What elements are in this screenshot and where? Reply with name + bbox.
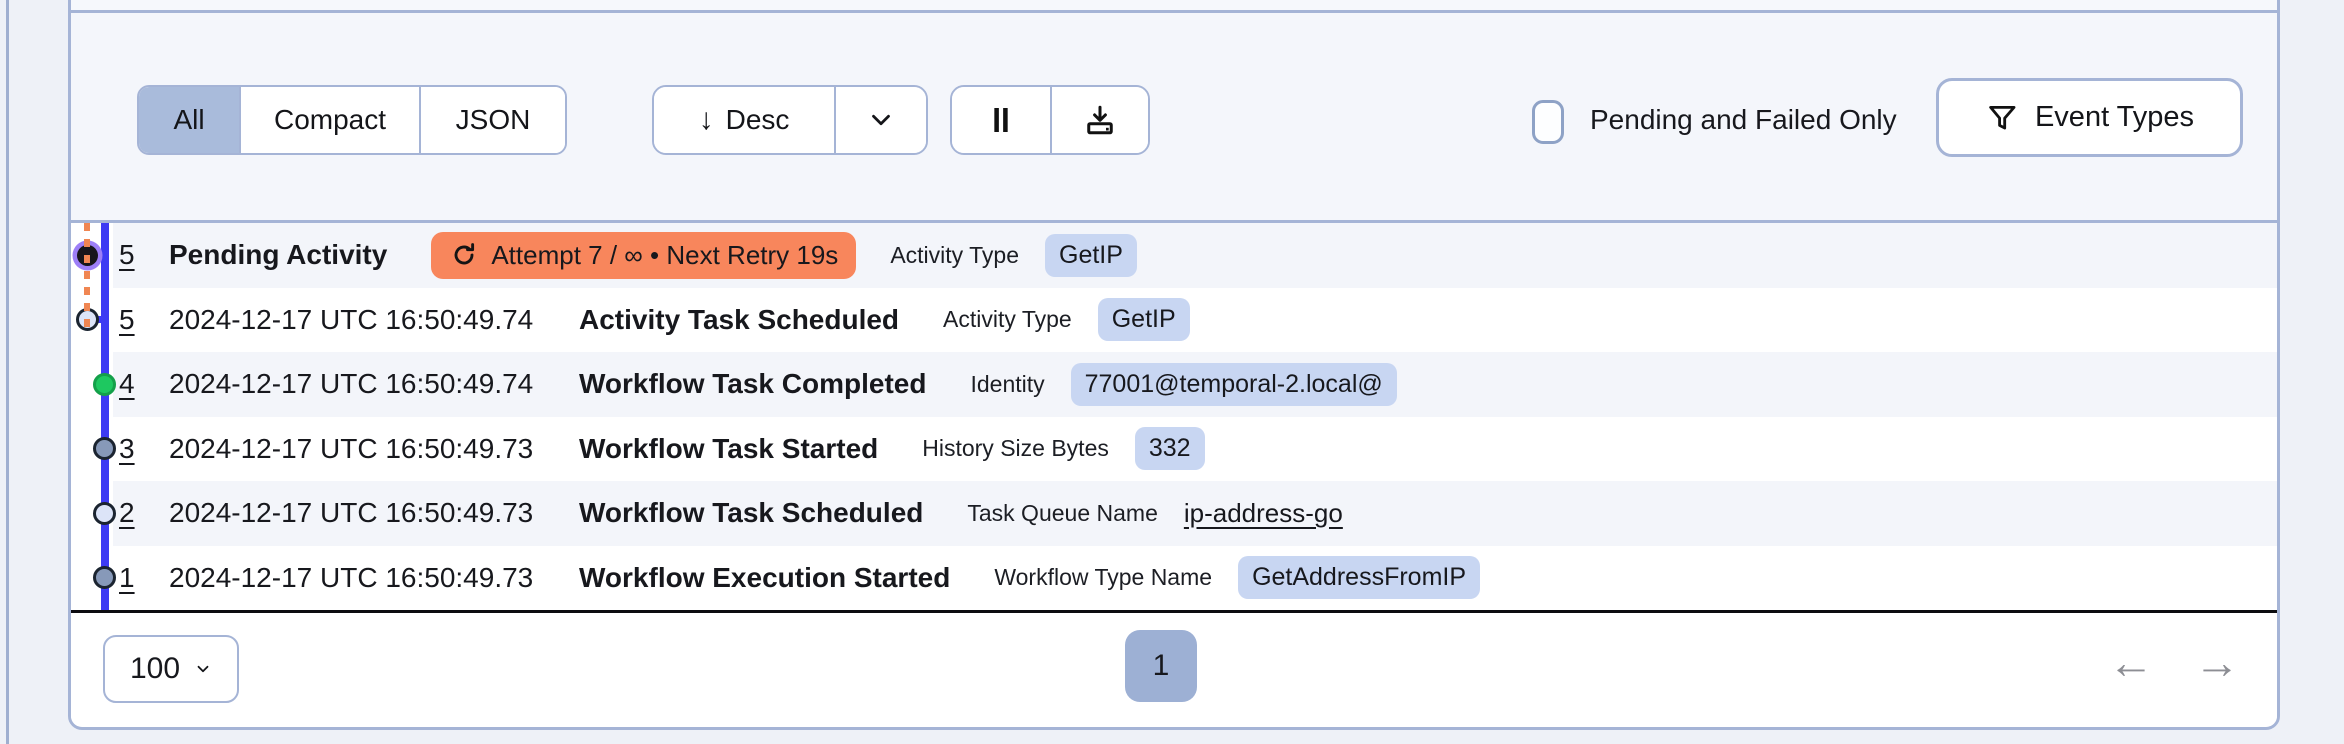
- attribute-value: GetAddressFromIP: [1238, 556, 1481, 600]
- timeline-line: [101, 223, 109, 610]
- retry-badge: Attempt 7 / ∞ • Next Retry 19s: [431, 231, 857, 279]
- event-name: Workflow Task Started: [579, 432, 879, 464]
- timeline-node-scheduled-offset: [75, 308, 99, 332]
- event-id-link[interactable]: 4: [113, 368, 169, 400]
- pause-icon: [994, 108, 1008, 132]
- top-section-divider: [71, 0, 2277, 13]
- prev-page-button[interactable]: ←: [2095, 627, 2167, 697]
- retry-icon: [454, 243, 475, 265]
- tab-all[interactable]: All: [139, 87, 239, 153]
- arrow-down-icon: ↓: [698, 103, 714, 136]
- event-row[interactable]: 3 2024-12-17 UTC 16:50:49.73 Workflow Ta…: [113, 417, 2277, 482]
- pending-failed-label[interactable]: Pending and Failed Only: [1590, 85, 1897, 155]
- attribute-label: Task Queue Name: [967, 499, 1158, 526]
- event-time: 2024-12-17 UTC 16:50:49.74: [169, 368, 534, 400]
- event-row[interactable]: 5 2024-12-17 UTC 16:50:49.74 Activity Ta…: [113, 288, 2277, 353]
- page-size-value: 100: [129, 652, 181, 685]
- tab-compact[interactable]: Compact: [239, 87, 419, 153]
- sort-dropdown-button[interactable]: [834, 87, 926, 153]
- sort-controls: ↓ Desc: [652, 85, 928, 155]
- attribute-value: 77001@temporal-2.local@: [1070, 362, 1397, 406]
- event-row[interactable]: 1 2024-12-17 UTC 16:50:49.73 Workflow Ex…: [113, 546, 2277, 611]
- sort-direction-button[interactable]: ↓ Desc: [654, 87, 834, 153]
- view-mode-tabs: All Compact JSON: [137, 85, 567, 155]
- attribute-value: GetIP: [1045, 233, 1137, 277]
- event-time: 2024-12-17 UTC 16:50:49.74: [169, 303, 534, 335]
- event-name: Workflow Task Scheduled: [579, 497, 924, 529]
- page-number-button[interactable]: 1: [1125, 630, 1197, 702]
- attribute-value: GetIP: [1097, 298, 1190, 342]
- page-size-select[interactable]: 100: [103, 635, 239, 703]
- event-time: 2024-12-17 UTC 16:50:49.73: [169, 432, 534, 464]
- download-icon: [1087, 105, 1113, 135]
- event-id-link[interactable]: 2: [113, 497, 169, 529]
- attribute-value: 332: [1134, 427, 1205, 471]
- attribute-value[interactable]: ip-address-go: [1184, 498, 1343, 529]
- event-history-panel: All Compact JSON ↓ Desc Pending and Fail…: [68, 0, 2280, 730]
- funnel-icon: [1989, 105, 2016, 129]
- attribute-label: Workflow Type Name: [994, 564, 1213, 591]
- next-page-button[interactable]: →: [2181, 627, 2253, 697]
- event-time: 2024-12-17 UTC 16:50:49.73: [169, 561, 534, 593]
- pagination-bar: 100 1 ← →: [71, 613, 2277, 726]
- event-row[interactable]: 4 2024-12-17 UTC 16:50:49.74 Workflow Ta…: [113, 352, 2277, 417]
- event-id-link[interactable]: 1: [113, 562, 169, 594]
- chevron-down-icon: [197, 665, 209, 673]
- tab-json[interactable]: JSON: [419, 87, 565, 153]
- timeline-branch-tick: [96, 316, 108, 323]
- event-id-link[interactable]: 3: [113, 433, 169, 465]
- event-row[interactable]: 5 Pending Activity Attempt 7 / ∞ • Next …: [113, 223, 2277, 288]
- page-left-divider: [6, 0, 9, 744]
- event-row[interactable]: 2 2024-12-17 UTC 16:50:49.73 Workflow Ta…: [113, 481, 2277, 546]
- event-history-toolbar: All Compact JSON ↓ Desc Pending and Fail…: [71, 13, 2277, 223]
- download-button[interactable]: [1050, 87, 1148, 153]
- playback-controls: [950, 85, 1150, 155]
- timeline-retry-dashed-line: [84, 223, 90, 329]
- event-name: Pending Activity: [169, 239, 388, 271]
- attribute-label: Identity: [970, 370, 1045, 397]
- attribute-label: Activity Type: [943, 306, 1072, 333]
- pause-button[interactable]: [952, 87, 1050, 153]
- event-id-link[interactable]: 5: [113, 239, 169, 271]
- chevron-down-icon: [872, 114, 890, 126]
- event-name: Activity Task Scheduled: [579, 303, 900, 335]
- attribute-label: Activity Type: [890, 241, 1019, 268]
- event-types-button[interactable]: Event Types: [1936, 78, 2243, 157]
- attribute-label: History Size Bytes: [922, 435, 1109, 462]
- event-types-label: Event Types: [2034, 101, 2195, 133]
- event-name: Workflow Task Completed: [579, 368, 927, 400]
- event-rows: 5 Pending Activity Attempt 7 / ∞ • Next …: [113, 223, 2277, 610]
- event-id-link[interactable]: 5: [113, 304, 169, 336]
- event-name: Workflow Execution Started: [579, 561, 951, 593]
- sort-label: Desc: [725, 104, 790, 135]
- event-time: 2024-12-17 UTC 16:50:49.73: [169, 497, 534, 529]
- retry-badge-text: Attempt 7 / ∞ • Next Retry 19s: [491, 239, 839, 270]
- timeline-node-pending: [76, 244, 98, 266]
- event-list: 5 Pending Activity Attempt 7 / ∞ • Next …: [71, 223, 2277, 610]
- pending-failed-checkbox[interactable]: [1532, 100, 1564, 144]
